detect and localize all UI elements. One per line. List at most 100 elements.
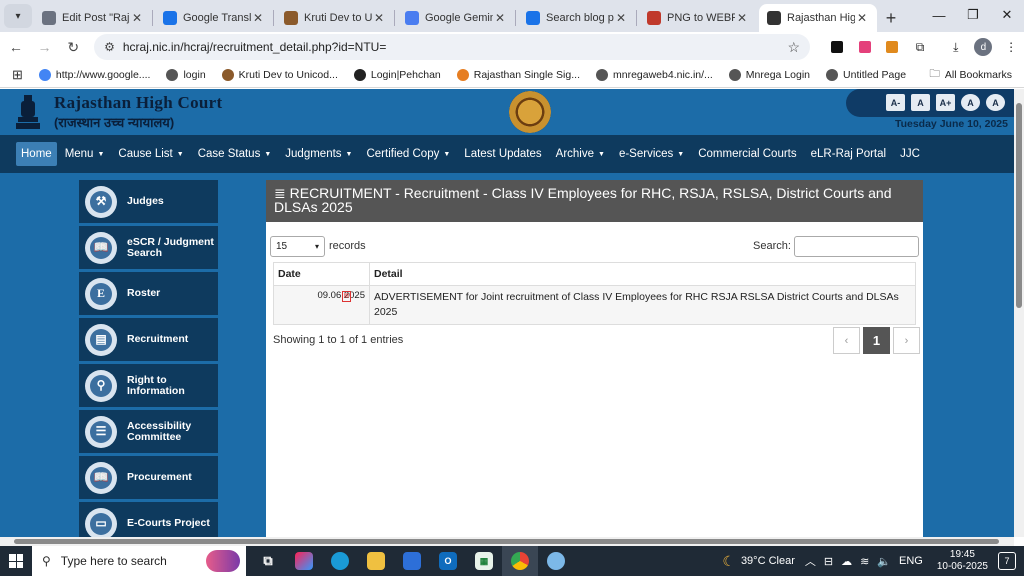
profile-avatar[interactable]: d [971,34,997,60]
site-info-icon[interactable]: ⚙ [104,40,115,54]
nav-item-home[interactable]: Home [16,142,57,166]
sidebar-item-right-to-information[interactable]: ⚲ Right to Information [79,364,218,407]
close-window-button[interactable]: ✕ [990,0,1024,30]
nav-item-judgments[interactable]: Judgments ▼ [285,148,352,160]
extension-dark-icon[interactable] [824,34,850,60]
next-page-button[interactable]: › [893,327,920,354]
browser-tab[interactable]: PNG to WEBP | C✕ [639,4,757,32]
tab-search-chevron-icon[interactable]: ▾ [4,4,32,28]
font-increase-button[interactable]: A+ [936,94,955,111]
sidebar-item-accessibility-committee[interactable]: ☰ Accessibility Committee [79,410,218,453]
close-tab-icon[interactable]: ✕ [735,11,749,25]
page-1-button[interactable]: 1 [863,327,890,354]
detail-link[interactable]: ADVERTISEMENT for Joint recruitment of C… [369,285,916,325]
outlook-icon[interactable]: O [430,546,466,576]
close-tab-icon[interactable]: ✕ [130,11,144,25]
close-tab-icon[interactable]: ✕ [372,11,386,25]
vertical-scroll-thumb[interactable] [1016,103,1022,308]
previous-page-button[interactable]: ‹ [833,327,860,354]
bookmark-item[interactable]: Untitled Page [826,68,906,81]
bookmark-item[interactable]: login [166,68,206,81]
close-tab-icon[interactable]: ✕ [493,11,507,25]
forward-button[interactable]: → [32,34,58,60]
chrome-icon[interactable] [502,546,538,576]
meet-icon[interactable]: ⊟ [824,555,833,568]
pdf-icon[interactable]: ▤ [342,291,351,302]
close-tab-icon[interactable]: ✕ [614,11,628,25]
nav-item-e-services[interactable]: e-Services ▼ [619,148,684,160]
url-text[interactable]: hcraj.nic.in/hcraj/recruitment_detail.ph… [123,40,788,54]
reload-button[interactable]: ↻ [60,34,86,60]
browser-tab[interactable]: Google Translate✕ [155,4,273,32]
file-explorer-icon[interactable] [358,546,394,576]
apps-grid-icon[interactable]: ⊞ [12,67,23,83]
bookmark-item[interactable]: http://www.google.... [38,68,150,81]
notifications-icon[interactable]: 7 [998,552,1016,570]
browser-tab[interactable]: Google Gemini ✕ [397,4,515,32]
contrast-light-button[interactable]: A [961,94,980,111]
new-tab-button[interactable]: + [877,4,905,32]
nav-item-menu[interactable]: Menu ▼ [65,148,105,160]
extension-instagram-icon[interactable] [852,34,878,60]
minimize-button[interactable]: — [922,0,956,30]
store-icon[interactable] [394,546,430,576]
start-button[interactable] [0,546,32,576]
page-length-select[interactable]: 15 ▾ [270,236,325,257]
nav-item-case-status[interactable]: Case Status ▼ [198,148,272,160]
nav-item-archive[interactable]: Archive ▼ [556,148,605,160]
sidebar-item-escr-judgment-search[interactable]: 📖 eSCR / Judgment Search [79,226,218,269]
sidebar-item-recruitment[interactable]: ▤ Recruitment [79,318,218,361]
nav-item-latest-updates[interactable]: Latest Updates [464,148,541,160]
table-search-input[interactable] [794,236,919,257]
browser-tab[interactable]: Kruti Dev to Unic✕ [276,4,394,32]
font-decrease-button[interactable]: A- [886,94,905,111]
address-bar[interactable]: ⚙ hcraj.nic.in/hcraj/recruitment_detail.… [94,34,811,60]
bookmark-item[interactable]: Mnrega Login [728,68,810,81]
wifi-icon[interactable]: ≋ [860,555,869,568]
close-tab-icon[interactable]: ✕ [855,11,869,25]
horizontal-scrollbar[interactable] [0,537,1014,546]
horizontal-scroll-thumb[interactable] [14,539,999,544]
sidebar-item-judges[interactable]: ⚒ Judges [79,180,218,223]
nav-item-jjc[interactable]: JJC [900,148,920,160]
bookmark-item[interactable]: Kruti Dev to Unicod... [221,68,338,81]
language-indicator[interactable]: ENG [899,555,923,567]
clock[interactable]: 19:45 10-06-2025 [937,549,988,573]
weather-widget[interactable]: ☾ 39°C Clear [722,553,794,570]
download-icon[interactable]: ⤓ [943,34,969,60]
nav-item-cause-list[interactable]: Cause List ▼ [118,148,183,160]
sidebar-item-roster[interactable]: E Roster [79,272,218,315]
sheets-app-icon[interactable]: ▦ [466,546,502,576]
tray-chevron-icon[interactable]: ︿ [805,553,816,569]
browser-tab[interactable]: Rajasthan High C✕ [759,4,877,32]
network-icon[interactable]: ☁ [841,555,852,568]
bookmark-star-icon[interactable]: ☆ [788,39,801,56]
vertical-scrollbar[interactable] [1014,89,1024,537]
close-tab-icon[interactable]: ✕ [251,11,265,25]
column-header-date[interactable]: Date [273,262,370,286]
edge-icon[interactable] [322,546,358,576]
browser-tab[interactable]: Search blog post✕ [518,4,636,32]
nav-item-commercial-courts[interactable]: Commercial Courts [698,148,796,160]
nav-item-elr-raj-portal[interactable]: eLR-Raj Portal [811,148,886,160]
restore-button[interactable]: ❐ [956,0,990,30]
sidebar-item-procurement[interactable]: 📖 Procurement [79,456,218,499]
bookmark-item[interactable]: mnregaweb4.nic.in/... [595,68,713,81]
bookmark-item[interactable]: Login|Pehchan [353,68,441,81]
bookmark-item[interactable]: Rajasthan Single Sig... [456,68,580,81]
copilot-icon[interactable] [286,546,322,576]
sidebar-item-e-courts-project[interactable]: ▭ E-Courts Project [79,502,218,537]
taskbar-search-box[interactable]: ⚲ Type here to search [32,546,246,576]
column-header-detail[interactable]: Detail [369,262,916,286]
all-bookmarks-button[interactable]: 🗀 All Bookmarks [929,66,1012,84]
extensions-puzzle-icon[interactable]: ⧉ [907,34,933,60]
volume-icon[interactable]: 🔈 [877,555,891,568]
nav-item-certified-copy[interactable]: Certified Copy ▼ [366,148,450,160]
contrast-dark-button[interactable]: A [986,94,1005,111]
back-button[interactable]: ← [3,34,29,60]
font-normal-button[interactable]: A [911,94,930,111]
extension-brush-icon[interactable] [879,34,905,60]
browser-menu-icon[interactable]: ⋮ [998,34,1024,60]
browser-tab[interactable]: Edit Post "Rajasth✕ [34,4,152,32]
task-view-icon[interactable]: ⧉ [250,546,286,576]
